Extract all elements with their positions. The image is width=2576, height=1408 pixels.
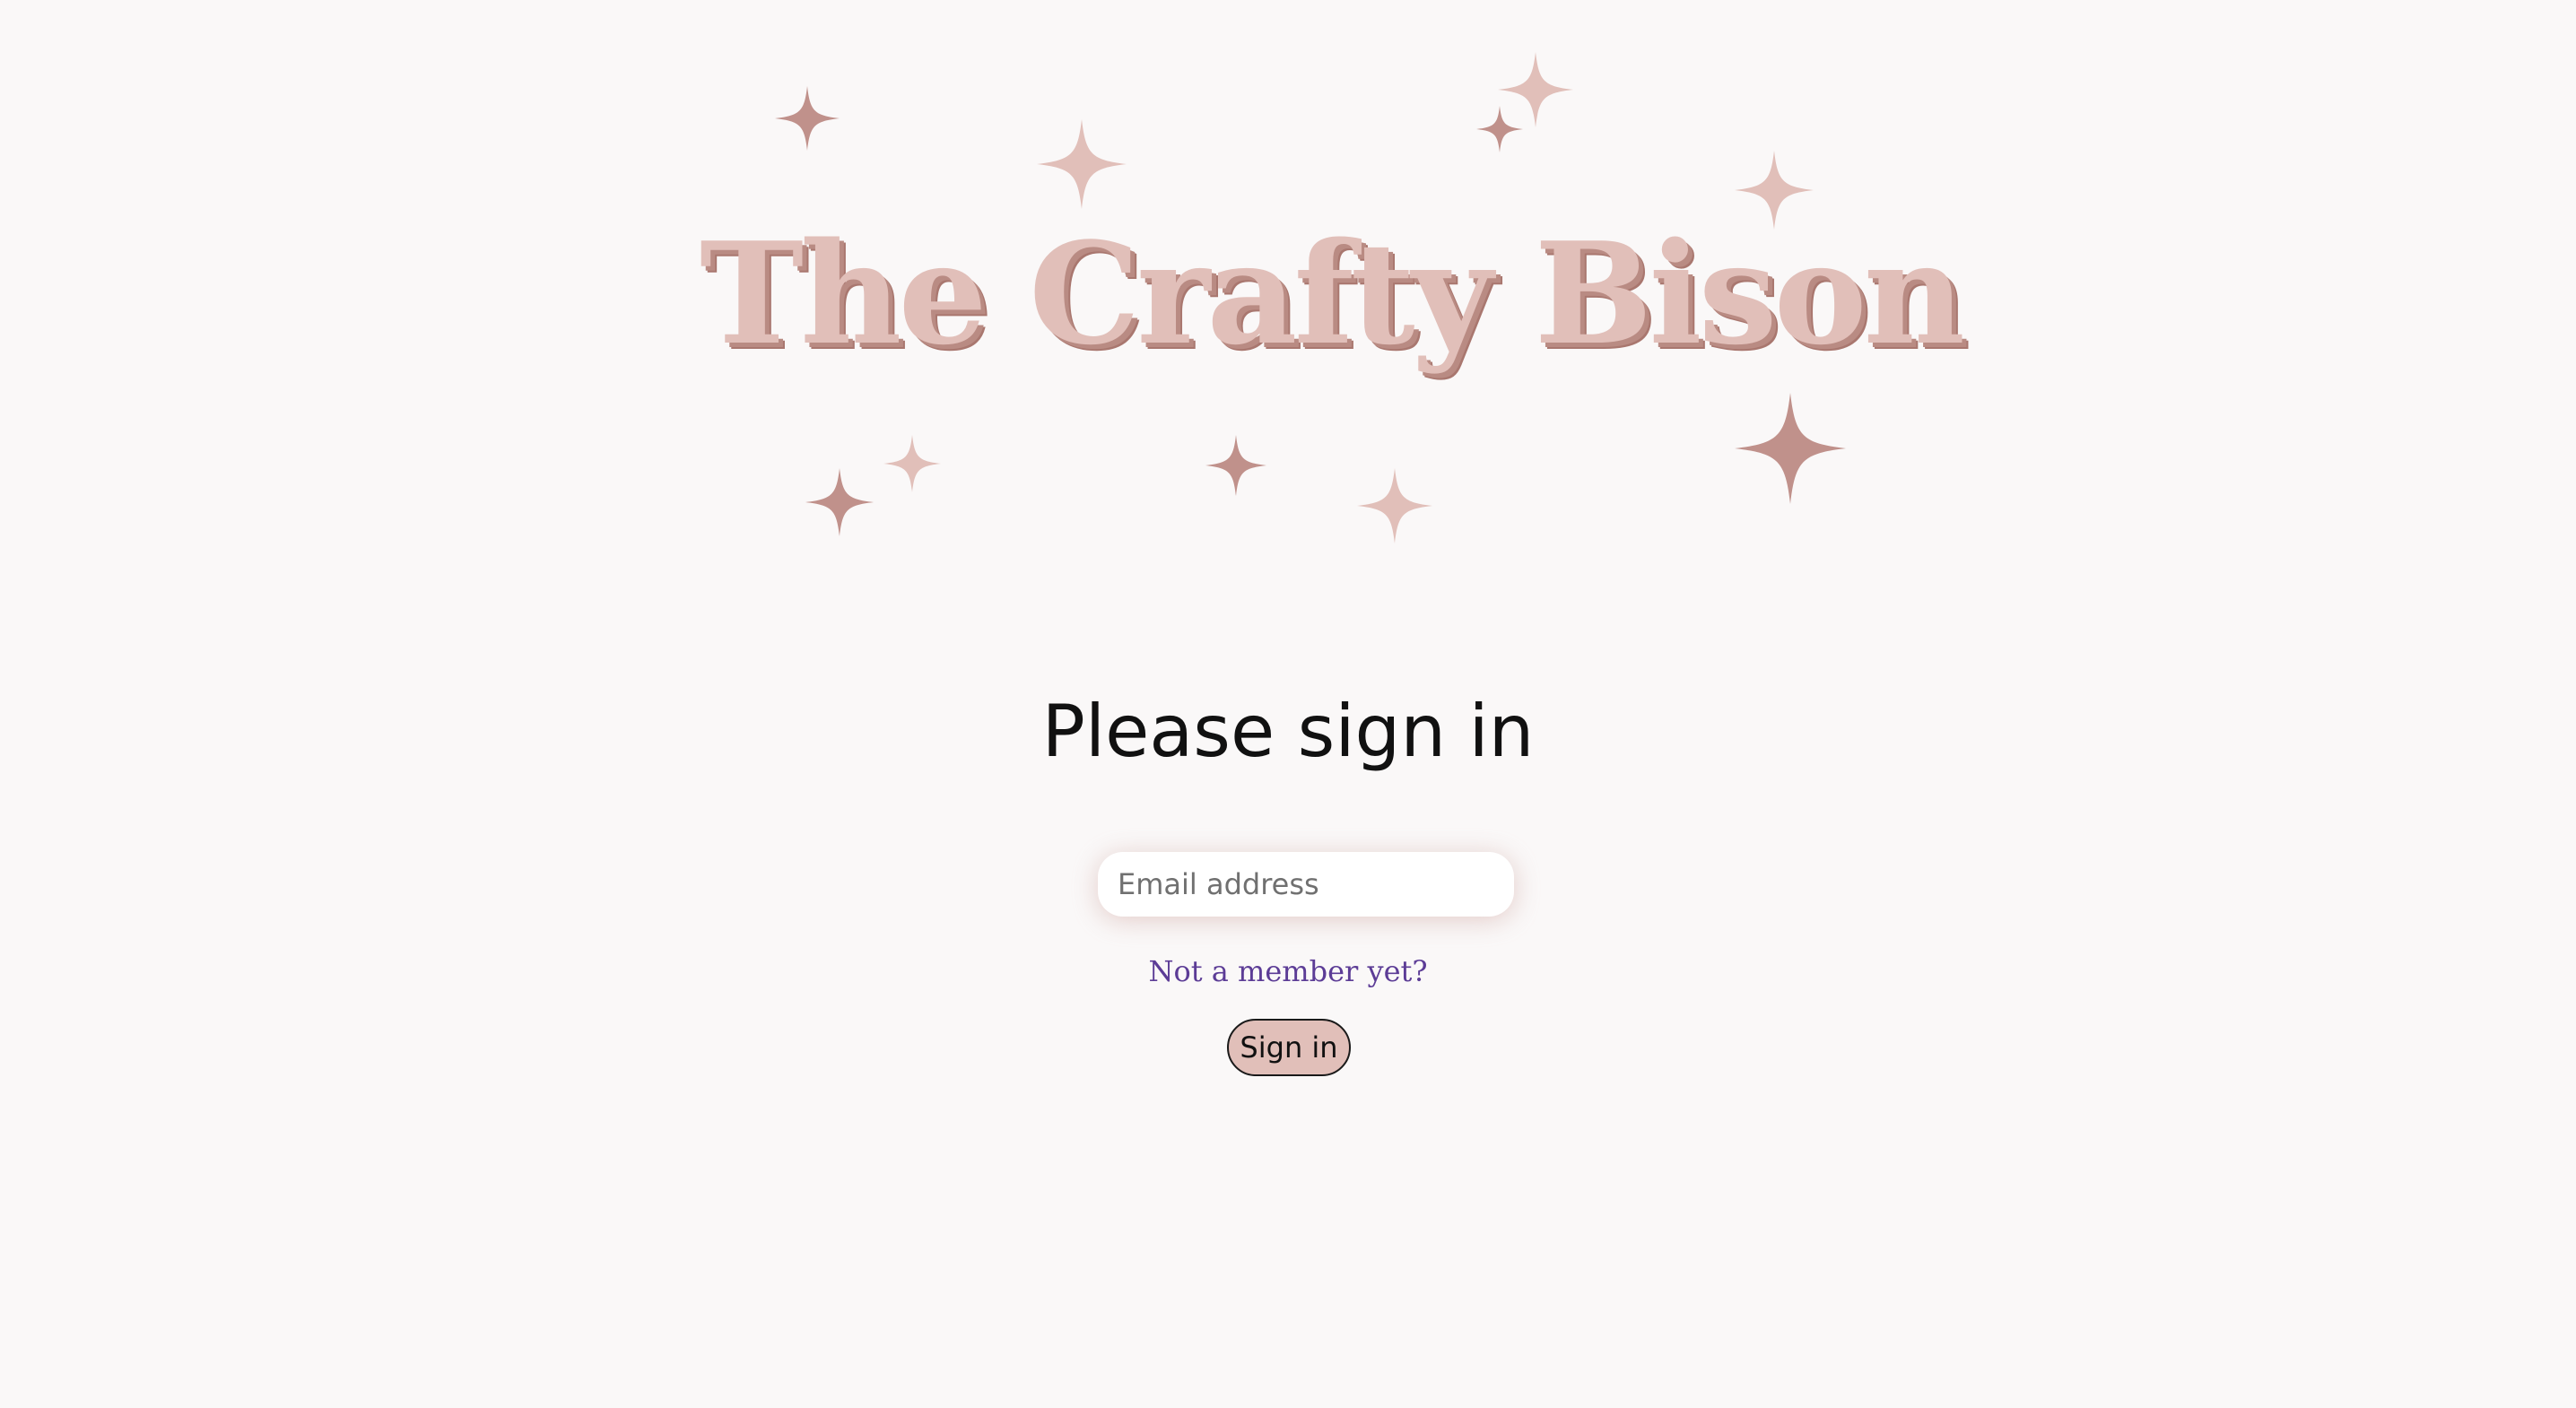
sparkle-icon [1498, 52, 1573, 127]
sparkle-icon [1476, 106, 1523, 152]
email-field[interactable] [1098, 852, 1514, 917]
sparkle-icon [883, 435, 941, 492]
sparkle-icon [1205, 435, 1266, 496]
brand-logo: The Crafty Bison [700, 45, 1965, 556]
sparkle-icon [1357, 468, 1432, 543]
sign-in-button[interactable]: Sign in [1227, 1019, 1351, 1076]
signup-link[interactable]: Not a member yet? [0, 955, 2576, 987]
sparkle-icon [1735, 393, 1846, 504]
page-title: Please sign in [1041, 690, 1535, 773]
sparkle-icon [775, 86, 840, 151]
sparkle-icon [1037, 119, 1127, 209]
sparkle-icon [805, 468, 874, 536]
brand-logo-text: The Crafty Bison [700, 212, 1965, 376]
